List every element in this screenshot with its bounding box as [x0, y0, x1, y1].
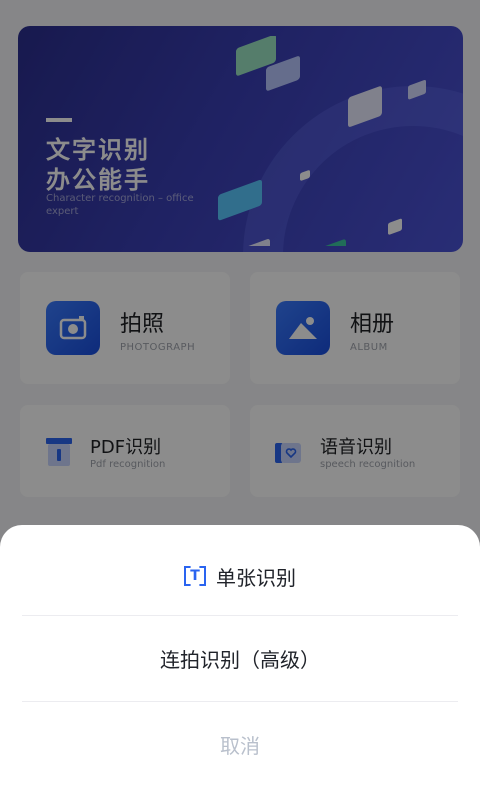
single-recognition-label: 单张识别 — [216, 565, 296, 590]
batch-recognition-label: 连拍识别（高级） — [160, 648, 320, 672]
cancel-button[interactable]: 取消 — [22, 701, 458, 787]
text-scan-icon: T — [184, 566, 206, 586]
batch-recognition-option[interactable]: 连拍识别（高级） — [22, 615, 458, 701]
single-recognition-option[interactable]: T 单张识别 — [22, 533, 458, 619]
cancel-label: 取消 — [220, 734, 260, 758]
action-sheet: T 单张识别 连拍识别（高级） 取消 — [0, 525, 480, 800]
